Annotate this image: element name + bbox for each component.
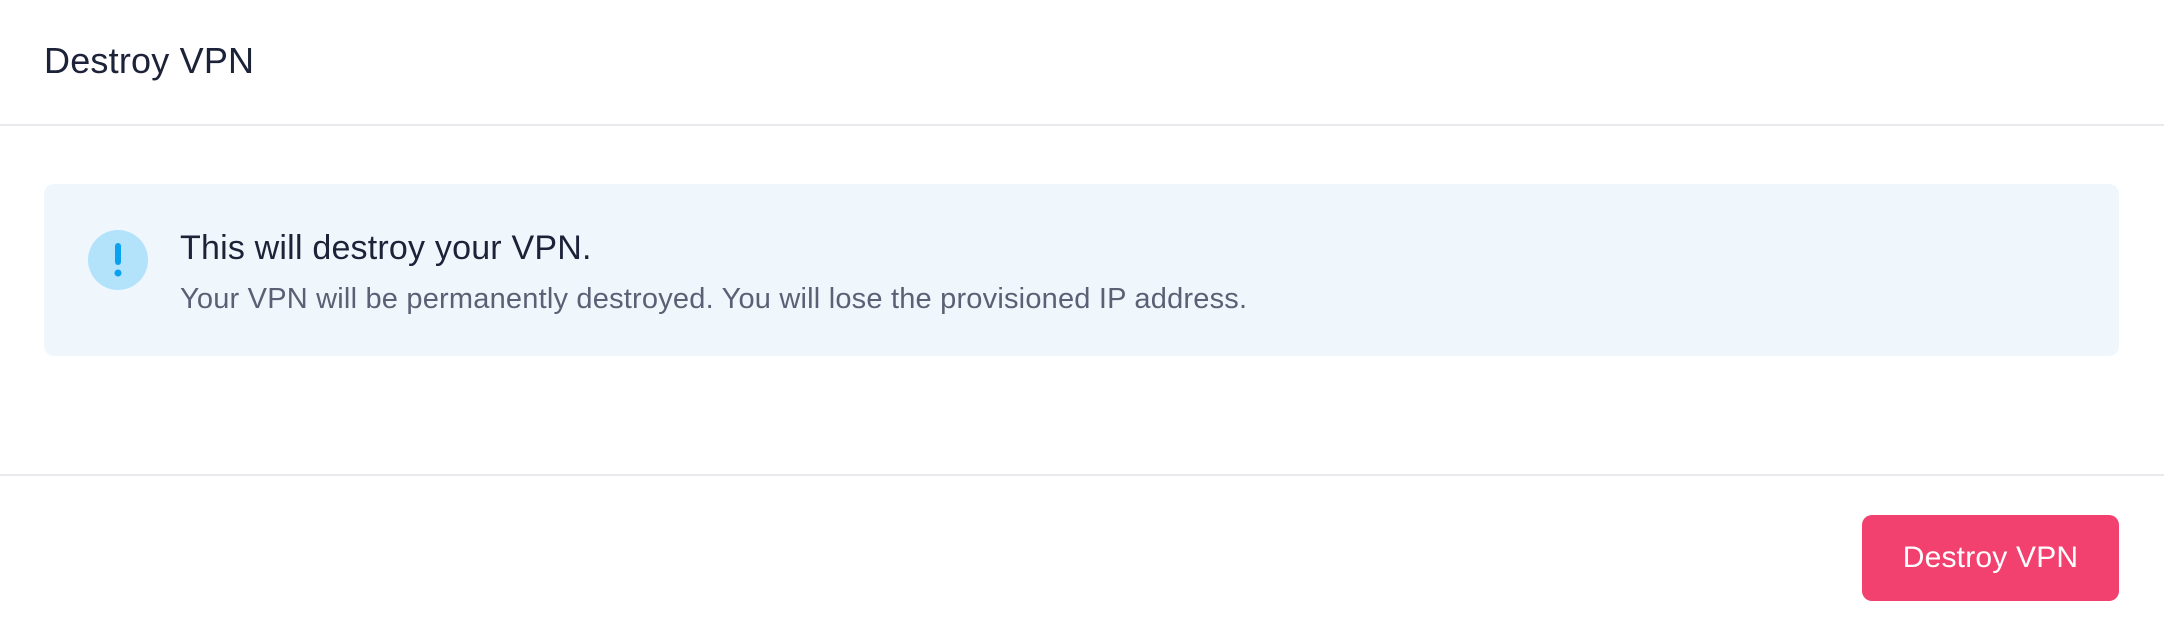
alert-message: Your VPN will be permanently destroyed. … — [180, 283, 1248, 315]
destroy-vpn-card: Destroy VPN This will destroy your VPN. … — [0, 0, 2164, 630]
alert-title: This will destroy your VPN. — [180, 229, 592, 267]
exclamation-icon — [88, 230, 148, 290]
warning-alert: This will destroy your VPN. Your VPN wil… — [44, 184, 2119, 356]
card-footer: Destroy VPN — [0, 476, 2164, 628]
card-header: Destroy VPN — [0, 0, 2164, 126]
destroy-vpn-button[interactable]: Destroy VPN — [1862, 515, 2119, 601]
card-body: This will destroy your VPN. Your VPN wil… — [0, 126, 2164, 476]
page-title: Destroy VPN — [44, 40, 255, 81]
alert-text: This will destroy your VPN. Your VPN wil… — [180, 228, 1247, 316]
